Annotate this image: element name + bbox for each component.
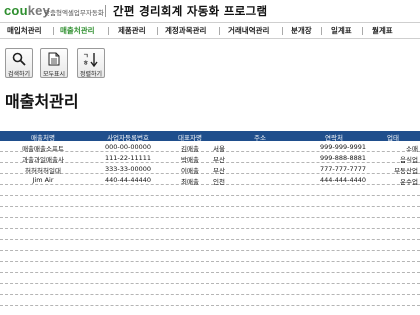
- sales-vendor-table: 매출처명 사업자등록번호 대표자명 주소 연락처 업태 매출매출소프트 000-0…: [0, 131, 420, 315]
- table-cell[interactable]: 440-44-44440: [86, 176, 170, 184]
- app-title: 간편 경리회계 자동화 프로그램: [113, 4, 268, 18]
- page-title: 매출처관리: [5, 92, 79, 111]
- nav-divider: [321, 27, 322, 35]
- table-row[interactable]: [0, 185, 420, 196]
- sort-button[interactable]: ㄱㅎ 정렬하기: [77, 48, 105, 78]
- table-row[interactable]: [0, 251, 420, 262]
- table-row[interactable]: [0, 207, 420, 218]
- nav-item-journal[interactable]: 분개장: [291, 25, 312, 36]
- table-row[interactable]: 허허허허일대 333-33-00000 이매출 부산 777-777-7777 부동산업: [0, 163, 420, 175]
- svg-text:ㅎ: ㅎ: [83, 60, 89, 67]
- show-all-button[interactable]: 모두표시: [40, 48, 68, 78]
- nav-divider: [219, 27, 220, 35]
- header-divider: [105, 5, 106, 17]
- nav-divider: [362, 27, 363, 35]
- app-header: coukey 맞춤형엑셀업무자동화 간편 경리회계 자동화 프로그램: [0, 0, 420, 22]
- table-cell[interactable]: 777-777-7777: [310, 165, 366, 173]
- document-icon: [41, 51, 67, 67]
- table-body: 매출매출소프트 000-00-00000 김매출 서울 999-999-9991 소매 과출…: [0, 141, 420, 315]
- nav-item-products[interactable]: 제품관리: [118, 25, 146, 36]
- nav-divider: [282, 27, 283, 35]
- nav-divider: [53, 27, 54, 35]
- sort-button-label: 정렬하기: [79, 71, 103, 78]
- nav-item-transactions[interactable]: 거래내역관리: [228, 25, 269, 36]
- table-row[interactable]: [0, 284, 420, 295]
- table-cell[interactable]: 333-33-00000: [86, 165, 170, 173]
- table-cell[interactable]: 000-00-00000: [86, 143, 170, 151]
- table-row[interactable]: [0, 229, 420, 240]
- table-row[interactable]: [0, 240, 420, 251]
- nav-item-sales-vendor[interactable]: 매출처관리: [60, 25, 95, 36]
- table-row[interactable]: [0, 262, 420, 273]
- table-row[interactable]: 과출과일매출사 111-22-11111 박매출 부산 999-888-8881 음식업: [0, 152, 420, 164]
- nav-item-monthly-summary[interactable]: 월계표: [372, 25, 393, 36]
- table-header: 매출처명 사업자등록번호 대표자명 주소 연락처 업태: [0, 131, 420, 142]
- nav-item-purchase-vendor[interactable]: 매입처관리: [7, 25, 42, 36]
- sort-icon: ㄱㅎ: [78, 51, 104, 67]
- table-cell[interactable]: 999-888-8881: [310, 154, 366, 162]
- search-button[interactable]: 검색하기: [5, 48, 33, 78]
- table-row[interactable]: 매출매출소프트 000-00-00000 김매출 서울 999-999-9991 소매: [0, 141, 420, 153]
- tagline: 맞춤형엑셀업무자동화: [44, 9, 104, 17]
- table-row[interactable]: Jim Air 440-44-44440 최매출 인천 444-444-4440 운수업: [0, 174, 420, 186]
- nav-divider: [157, 27, 158, 35]
- logo-part-1: cou: [4, 3, 28, 18]
- table-cell[interactable]: 999-999-9991: [310, 143, 366, 151]
- table-row[interactable]: [0, 218, 420, 229]
- table-cell[interactable]: 111-22-11111: [86, 154, 170, 162]
- search-button-label: 검색하기: [7, 71, 31, 78]
- table-row[interactable]: [0, 306, 420, 315]
- table-row[interactable]: [0, 273, 420, 284]
- search-icon: [6, 51, 32, 67]
- nav-item-accounts[interactable]: 계정과목관리: [165, 25, 206, 36]
- table-row[interactable]: [0, 295, 420, 306]
- table-cell[interactable]: Jim Air: [0, 176, 86, 184]
- svg-text:ㄱ: ㄱ: [83, 53, 89, 60]
- table-row[interactable]: [0, 196, 420, 207]
- nav-divider: [108, 27, 109, 35]
- main-nav: 매입처관리 매출처관리 제품관리 계정과목관리 거래내역관리 분개장 일계표 월…: [0, 22, 420, 39]
- table-cell[interactable]: 444-444-4440: [310, 176, 366, 184]
- nav-item-daily-summary[interactable]: 일계표: [331, 25, 352, 36]
- show-all-button-label: 모두표시: [42, 71, 66, 78]
